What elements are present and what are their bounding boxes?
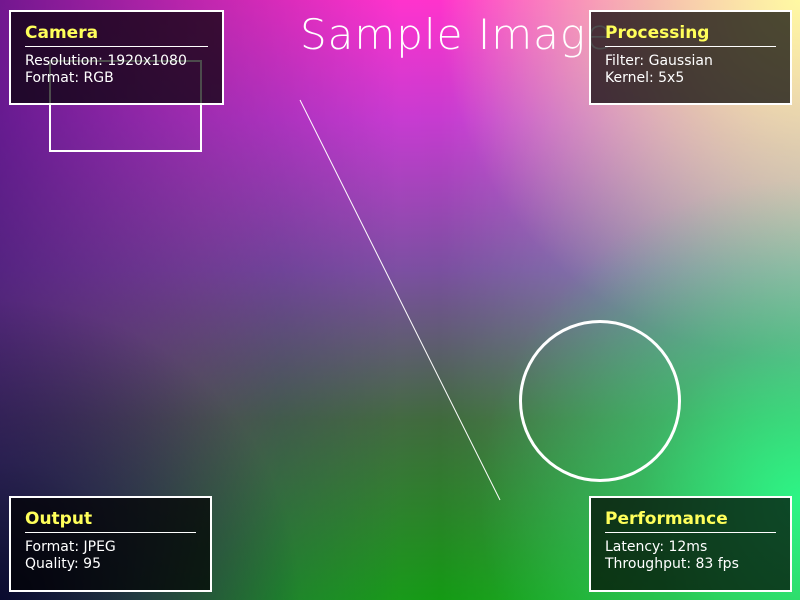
performance-latency: Latency: 12ms xyxy=(605,539,708,555)
processing-filter: Filter: Gaussian xyxy=(605,53,713,69)
processing-panel: Processing Filter: Gaussian Kernel: 5x5 xyxy=(589,10,792,105)
image-canvas: Sample Image Camera Resolution: 1920x108… xyxy=(0,0,800,600)
processing-kernel: Kernel: 5x5 xyxy=(605,70,685,86)
output-format: Format: JPEG xyxy=(25,539,116,555)
camera-panel: Camera Resolution: 1920x1080 Format: RGB xyxy=(9,10,224,105)
output-panel: Output Format: JPEG Quality: 95 xyxy=(9,496,212,592)
camera-format: Format: RGB xyxy=(25,70,114,86)
diagonal-line-stroke xyxy=(299,99,501,501)
performance-throughput: Throughput: 83 fps xyxy=(605,556,739,572)
output-quality: Quality: 95 xyxy=(25,556,101,572)
output-panel-title: Output xyxy=(25,508,196,533)
processing-panel-title: Processing xyxy=(605,22,776,47)
camera-panel-title: Camera xyxy=(25,22,208,47)
performance-panel: Performance Latency: 12ms Throughput: 83… xyxy=(589,496,792,592)
camera-resolution: Resolution: 1920x1080 xyxy=(25,53,187,69)
performance-panel-title: Performance xyxy=(605,508,776,533)
